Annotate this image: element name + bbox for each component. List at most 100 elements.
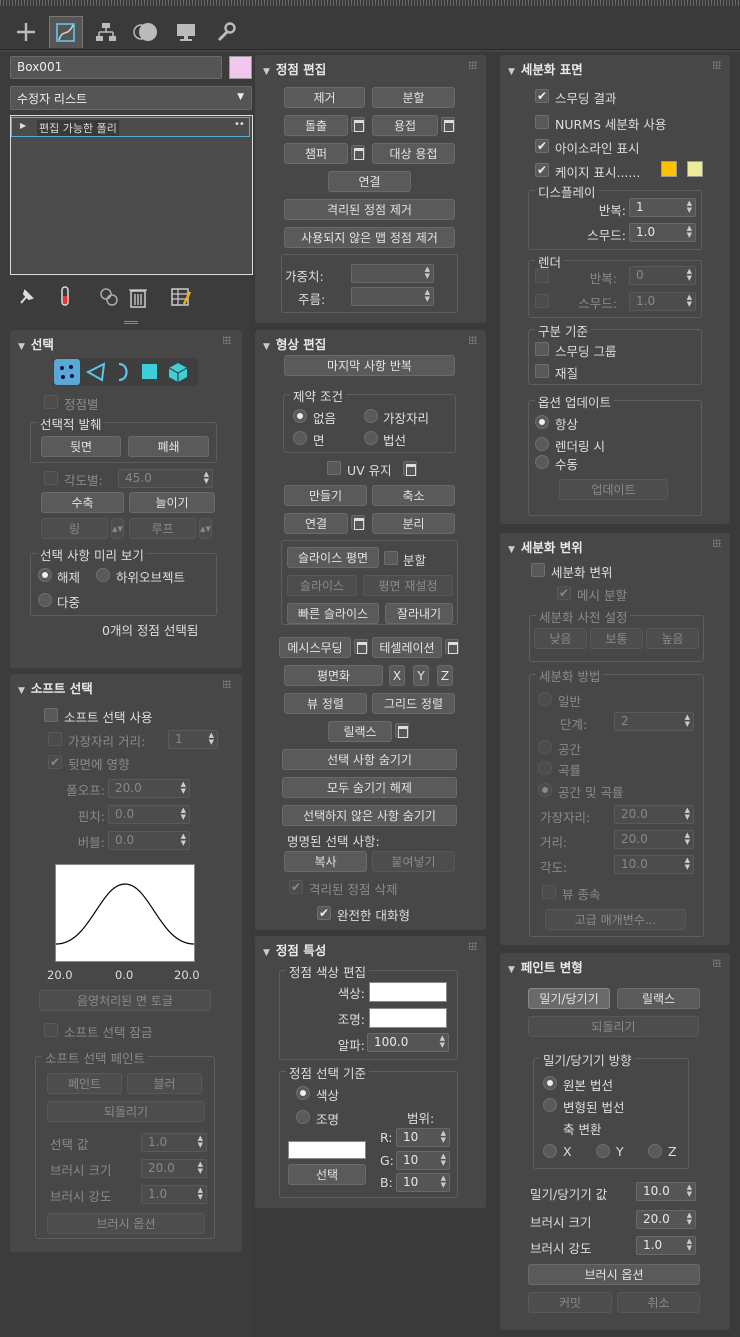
- reset-plane-button[interactable]: 평면 재설정: [363, 575, 453, 596]
- preview-multi-radio[interactable]: [38, 593, 52, 607]
- spinner-arrows-icon[interactable]: ▲ ▼: [440, 1035, 445, 1049]
- hierarchy-tab[interactable]: [89, 16, 123, 48]
- display-tab[interactable]: [169, 16, 203, 48]
- paint-button[interactable]: 페인트: [47, 1073, 122, 1094]
- remove-button[interactable]: 제거: [284, 87, 365, 108]
- split-checkbox[interactable]: [384, 551, 398, 565]
- push-pull-button[interactable]: 밀기/당기기: [528, 988, 610, 1009]
- shrink-button[interactable]: 수축: [41, 492, 124, 513]
- spinner-arrows-icon[interactable]: ▲ ▼: [425, 266, 430, 280]
- distance-spinner[interactable]: 20.0 ▲ ▼: [614, 830, 694, 849]
- attach-button[interactable]: 연결: [284, 513, 348, 534]
- slice-plane-button[interactable]: 슬라이스 평면: [287, 547, 379, 568]
- show-cage-checkbox[interactable]: ✔: [535, 163, 549, 177]
- relax-button[interactable]: 릴랙스: [617, 988, 700, 1009]
- advanced-parameters-button[interactable]: 고급 매개변수...: [545, 909, 686, 930]
- angle-spinner[interactable]: 45.0 ▲ ▼: [118, 469, 213, 488]
- cage-color-1-swatch[interactable]: [661, 161, 677, 177]
- select-by-illumination-radio[interactable]: [296, 1110, 310, 1124]
- edge-distance-checkbox[interactable]: [48, 732, 62, 746]
- smoothness-spinner[interactable]: 1.0 ▲ ▼: [629, 223, 696, 242]
- spinner-arrows-icon[interactable]: ▲ ▼: [687, 200, 692, 214]
- split-mesh-checkbox[interactable]: ✔: [557, 586, 571, 600]
- show-end-result-icon[interactable]: [58, 286, 72, 308]
- spinner-arrows-icon[interactable]: ▲ ▼: [198, 1161, 203, 1175]
- falloff-spinner[interactable]: 20.0 ▲ ▼: [108, 779, 190, 798]
- planar-z-button[interactable]: Z: [437, 665, 453, 686]
- extrude-settings-icon[interactable]: [351, 117, 365, 132]
- update-when-rendering-radio[interactable]: [535, 437, 549, 451]
- iterations-spinner[interactable]: 1 ▲ ▼: [629, 198, 696, 217]
- remove-unused-map-button[interactable]: 사용되지 않은 맵 정점 제거: [284, 227, 455, 248]
- brush-size-spinner[interactable]: 20.0 ▲ ▼: [636, 1210, 696, 1229]
- selection-value-spinner[interactable]: 1.0 ▲ ▼: [141, 1133, 207, 1152]
- axis-y-radio[interactable]: [596, 1144, 610, 1158]
- polygon-icon[interactable]: [142, 364, 157, 379]
- spinner-arrows-icon[interactable]: ▲ ▼: [687, 1212, 692, 1226]
- constraint-normal-radio[interactable]: [364, 431, 378, 445]
- spinner-arrows-icon[interactable]: ▲ ▼: [441, 1153, 446, 1167]
- cut-button[interactable]: 잘라내기: [385, 603, 453, 624]
- update-manually-radio[interactable]: [535, 455, 549, 469]
- chamfer-button[interactable]: 챔퍼: [284, 143, 348, 164]
- render-smoothness-spinner[interactable]: 1.0 ▲ ▼: [629, 292, 696, 311]
- grow-button[interactable]: 늘이기: [129, 492, 215, 513]
- select-button[interactable]: 선택: [288, 1164, 366, 1185]
- rollout-grip[interactable]: [469, 336, 477, 344]
- spinner-arrows-icon[interactable]: ▲ ▼: [685, 807, 690, 821]
- revert-button[interactable]: 되돌리기: [47, 1101, 205, 1122]
- paint-deformation-header[interactable]: ▼ 페인트 변형: [508, 957, 583, 976]
- collapse-button[interactable]: 축소: [372, 485, 455, 506]
- hide-unselected-button[interactable]: 선택하지 않은 사항 숨기기: [282, 805, 457, 826]
- backface-button[interactable]: 뒷면: [41, 436, 121, 457]
- ring-spinner[interactable]: ▲▼: [111, 518, 124, 539]
- preserve-uvs-settings-icon[interactable]: [403, 461, 417, 476]
- spinner-arrows-icon[interactable]: ▲ ▼: [198, 1135, 203, 1149]
- b-spinner[interactable]: 10 ▲ ▼: [396, 1173, 450, 1192]
- create-button[interactable]: 만들기: [284, 485, 367, 506]
- tessellate-settings-icon[interactable]: [445, 639, 459, 654]
- subdivision-displacement-checkbox[interactable]: [531, 563, 545, 577]
- axis-x-radio[interactable]: [543, 1144, 557, 1158]
- angle-spinner[interactable]: 10.0 ▲ ▼: [614, 855, 694, 874]
- modify-tab[interactable]: [49, 16, 83, 48]
- remove-isolated-button[interactable]: 격리된 정점 제거: [284, 199, 455, 220]
- connect-button[interactable]: 연결: [328, 171, 411, 192]
- revert-button[interactable]: 되돌리기: [528, 1016, 699, 1037]
- method-spatial-curvature-radio[interactable]: [538, 783, 552, 797]
- select-color-swatch[interactable]: [288, 1141, 366, 1159]
- vertex-properties-header[interactable]: ▼ 정점 특성: [263, 940, 326, 959]
- loop-button[interactable]: 루프: [129, 518, 196, 539]
- selection-rollout-header[interactable]: ▼ 선택: [18, 334, 54, 353]
- by-angle-checkbox[interactable]: [44, 471, 58, 485]
- stack-item[interactable]: ▶ 편집 가능한 폴리 ••: [11, 117, 250, 137]
- rollout-grip[interactable]: [223, 680, 231, 688]
- paste-button[interactable]: 붙여넣기: [372, 851, 455, 872]
- meshsmooth-settings-icon[interactable]: [354, 639, 368, 654]
- modifier-list-dropdown[interactable]: 수정자 리스트 ▼: [10, 86, 252, 110]
- spinner-arrows-icon[interactable]: ▲ ▼: [198, 1187, 203, 1201]
- configure-modifier-sets-icon[interactable]: [170, 286, 192, 308]
- steps-spinner[interactable]: 2 ▲ ▼: [614, 712, 694, 731]
- element-icon[interactable]: [167, 361, 189, 383]
- subdivision-surface-header[interactable]: ▼ 세분화 표면: [508, 59, 583, 78]
- isoline-display-checkbox[interactable]: ✔: [535, 139, 549, 153]
- splitter-grip[interactable]: [124, 321, 138, 324]
- delete-isolated-checkbox[interactable]: ✔: [289, 880, 303, 894]
- constraint-none-radio[interactable]: [293, 409, 307, 423]
- ring-button[interactable]: 링: [41, 518, 108, 539]
- slice-button[interactable]: 슬라이스: [287, 575, 357, 596]
- view-align-button[interactable]: 뷰 정렬: [284, 693, 367, 714]
- make-unique-icon[interactable]: [98, 286, 120, 308]
- preview-subobject-radio[interactable]: [96, 568, 110, 582]
- planar-y-button[interactable]: Y: [413, 665, 429, 686]
- grid-align-button[interactable]: 그리드 정렬: [372, 693, 455, 714]
- spinner-arrows-icon[interactable]: ▲ ▼: [687, 294, 692, 308]
- edge-distance-spinner[interactable]: 1 ▲ ▼: [168, 730, 218, 749]
- relax-settings-icon[interactable]: [395, 723, 409, 738]
- materials-checkbox[interactable]: [535, 364, 549, 378]
- original-normals-radio[interactable]: [543, 1076, 557, 1090]
- occluded-button[interactable]: 폐쇄: [128, 436, 209, 457]
- spinner-arrows-icon[interactable]: ▲ ▼: [441, 1175, 446, 1189]
- weld-settings-icon[interactable]: [441, 117, 455, 132]
